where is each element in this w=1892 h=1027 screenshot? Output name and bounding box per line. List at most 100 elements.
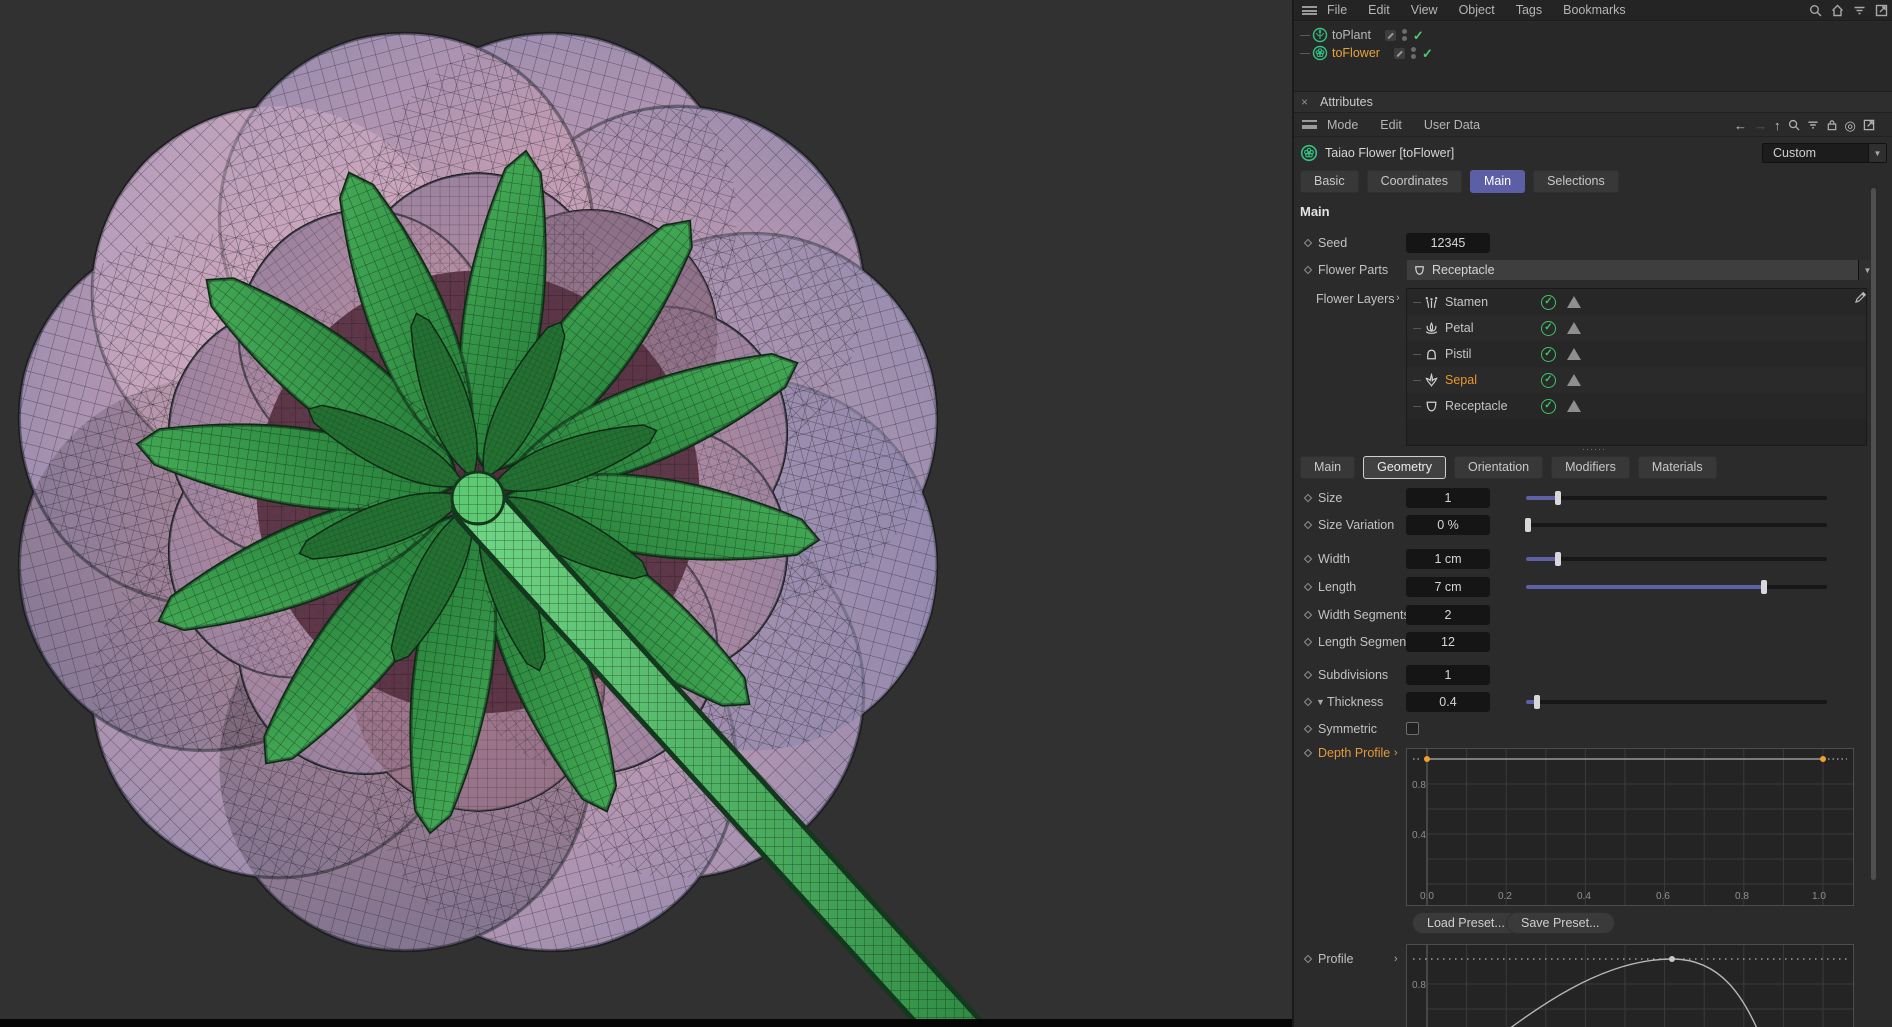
- tab-coordinates[interactable]: Coordinates: [1367, 170, 1462, 193]
- layer-enabled-icon[interactable]: ✓: [1541, 347, 1556, 362]
- menu-user-data[interactable]: User Data: [1424, 118, 1480, 132]
- tab-main[interactable]: Main: [1470, 170, 1525, 193]
- layer-row-receptacle[interactable]: Receptacle ✓: [1407, 393, 1866, 419]
- search-icon[interactable]: [1788, 119, 1800, 131]
- width-slider[interactable]: [1526, 552, 1827, 566]
- scrollbar-thumb[interactable]: [1871, 188, 1876, 880]
- subdivisions-label: Subdivisions: [1318, 668, 1388, 682]
- panel-scrollbar[interactable]: [1870, 186, 1877, 1027]
- chevron-down-icon[interactable]: ▼: [1868, 144, 1886, 162]
- menu-file[interactable]: File: [1327, 3, 1347, 17]
- tab-orientation[interactable]: Orientation: [1454, 456, 1543, 479]
- layer-triangle-icon[interactable]: [1567, 322, 1581, 334]
- viewport-bottom-bar: [0, 1019, 1292, 1027]
- length-slider[interactable]: [1526, 580, 1827, 594]
- layer-triangle-icon[interactable]: [1567, 374, 1581, 386]
- menu-edit[interactable]: Edit: [1368, 3, 1390, 17]
- size-input[interactable]: 1: [1406, 488, 1490, 508]
- curve-point-end[interactable]: [1820, 756, 1826, 762]
- close-icon[interactable]: ×: [1301, 95, 1308, 109]
- curve-peak-point[interactable]: [1669, 956, 1675, 962]
- layer-triangle-icon[interactable]: [1567, 400, 1581, 412]
- layer-row-pistil[interactable]: Pistil ✓: [1407, 341, 1866, 367]
- symmetric-checkbox[interactable]: [1406, 722, 1419, 735]
- visibility-dots-icon[interactable]: [1402, 29, 1407, 41]
- thickness-slider[interactable]: [1526, 695, 1827, 709]
- forward-arrow-icon[interactable]: →: [1754, 119, 1767, 132]
- tab-modifiers[interactable]: Modifiers: [1551, 456, 1630, 479]
- layer-enabled-icon[interactable]: ✓: [1541, 295, 1556, 310]
- expander-chevron-icon[interactable]: ›: [1394, 747, 1398, 759]
- seed-input[interactable]: 12345: [1406, 233, 1490, 253]
- width-segments-input[interactable]: 2: [1406, 605, 1490, 625]
- target-icon[interactable]: ◎: [1845, 119, 1856, 132]
- profile-graph[interactable]: 0.8: [1406, 944, 1854, 1027]
- flower-parts-dropdown[interactable]: Receptacle ▼: [1406, 259, 1877, 281]
- tab-materials[interactable]: Materials: [1638, 456, 1717, 479]
- enabled-check-icon[interactable]: ✓: [1413, 29, 1424, 42]
- menu-view[interactable]: View: [1411, 3, 1438, 17]
- layer-row-stamen[interactable]: Stamen ✓: [1407, 289, 1866, 315]
- thickness-input[interactable]: 0.4: [1406, 692, 1490, 712]
- layer-row-sepal[interactable]: Sepal ✓: [1407, 367, 1866, 393]
- tab-basic[interactable]: Basic: [1300, 170, 1359, 193]
- filter-icon[interactable]: [1853, 4, 1866, 17]
- subdivisions-input[interactable]: 1: [1406, 665, 1490, 685]
- menu-mode[interactable]: Mode: [1327, 118, 1358, 132]
- preset-dropdown[interactable]: Custom ▼: [1762, 143, 1887, 163]
- layer-enabled-icon[interactable]: ✓: [1541, 321, 1556, 336]
- back-arrow-icon[interactable]: ←: [1734, 119, 1747, 132]
- open-window-icon[interactable]: [1863, 119, 1875, 131]
- expander-chevron-icon[interactable]: ›: [1394, 953, 1398, 965]
- menu-edit-attr[interactable]: Edit: [1380, 118, 1402, 132]
- size-variation-input[interactable]: 0 %: [1406, 515, 1490, 535]
- expander-chevron-icon[interactable]: ›: [1396, 292, 1400, 304]
- save-preset-button[interactable]: Save Preset...: [1506, 912, 1615, 934]
- menu-tags[interactable]: Tags: [1516, 3, 1542, 17]
- size-slider[interactable]: [1526, 491, 1827, 505]
- viewport-3d[interactable]: [0, 0, 1292, 1027]
- visibility-dots-icon[interactable]: [1411, 47, 1416, 59]
- lock-icon[interactable]: [1826, 119, 1838, 131]
- tree-connector: [1413, 354, 1421, 355]
- object-label[interactable]: toPlant: [1332, 28, 1371, 42]
- load-preset-button[interactable]: Load Preset...: [1412, 912, 1520, 934]
- edit-toggle-icon[interactable]: [1394, 48, 1405, 59]
- size-label: Size: [1318, 491, 1342, 505]
- hamburger-menu-icon[interactable]: [1302, 6, 1317, 15]
- chevron-down-icon[interactable]: ▼: [1316, 697, 1325, 707]
- object-row-toplant[interactable]: toPlant ✓: [1294, 26, 1892, 44]
- eyedropper-icon[interactable]: [1854, 290, 1868, 304]
- layer-triangle-icon[interactable]: [1567, 296, 1581, 308]
- filter-icon[interactable]: [1807, 119, 1819, 131]
- layer-triangle-icon[interactable]: [1567, 348, 1581, 360]
- hamburger-menu-icon[interactable]: [1302, 120, 1317, 129]
- panel-drag-handle[interactable]: ······: [1582, 444, 1606, 454]
- size-variation-slider[interactable]: [1526, 518, 1827, 532]
- width-input[interactable]: 1 cm: [1406, 549, 1490, 569]
- x-tick: 0.8: [1735, 891, 1749, 902]
- length-segments-input[interactable]: 12: [1406, 632, 1490, 652]
- depth-profile-graph[interactable]: 0.8 0.4 0.0 0.2 0.4 0.6 0.8 1.0: [1406, 748, 1854, 906]
- up-arrow-icon[interactable]: ↑: [1774, 119, 1781, 132]
- layer-enabled-icon[interactable]: ✓: [1541, 373, 1556, 388]
- param-diamond-icon: [1304, 239, 1312, 247]
- tab-geo-main[interactable]: Main: [1300, 456, 1355, 479]
- menu-object[interactable]: Object: [1459, 3, 1495, 17]
- length-input[interactable]: 7 cm: [1406, 577, 1490, 597]
- layer-row-petal[interactable]: Petal ✓: [1407, 315, 1866, 341]
- enabled-check-icon[interactable]: ✓: [1422, 47, 1433, 60]
- tab-selections[interactable]: Selections: [1533, 170, 1619, 193]
- menu-bookmarks[interactable]: Bookmarks: [1563, 3, 1626, 17]
- stamen-icon: [1424, 295, 1439, 310]
- curve-point-start[interactable]: [1424, 756, 1430, 762]
- open-window-icon[interactable]: [1875, 4, 1888, 17]
- layer-enabled-icon[interactable]: ✓: [1541, 399, 1556, 414]
- x-tick: 0.4: [1577, 891, 1591, 902]
- object-label[interactable]: toFlower: [1332, 46, 1380, 60]
- edit-toggle-icon[interactable]: [1385, 30, 1396, 41]
- home-icon[interactable]: [1831, 4, 1844, 17]
- tab-geometry[interactable]: Geometry: [1363, 456, 1446, 479]
- search-icon[interactable]: [1809, 4, 1822, 17]
- object-row-toflower[interactable]: toFlower ✓: [1294, 44, 1892, 62]
